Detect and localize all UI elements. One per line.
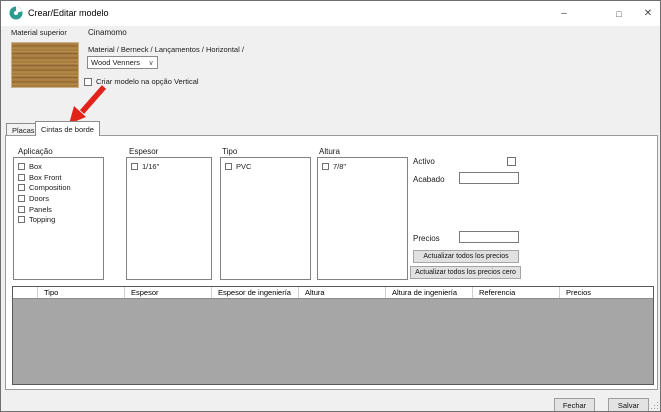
resize-grip[interactable] bbox=[650, 401, 658, 409]
aplicacao-listbox[interactable]: Box Box Front Composition Doors Panels Toppin… bbox=[13, 157, 104, 280]
material-swatch-image bbox=[11, 42, 79, 88]
aplicacao-list-item[interactable]: Box Front bbox=[14, 172, 103, 183]
item-checkbox[interactable] bbox=[18, 184, 25, 192]
dialog-window: Crear/Editar modelo – □ ✕ Material super… bbox=[0, 0, 661, 412]
item-checkbox[interactable] bbox=[18, 173, 25, 181]
app-logo-icon bbox=[9, 6, 23, 20]
espesor-label: Espesor bbox=[129, 147, 159, 156]
aplicacao-list-item[interactable]: Composition bbox=[14, 182, 103, 193]
grid-row-header-column bbox=[13, 287, 38, 298]
aplicacao-list-item[interactable]: Topping bbox=[14, 214, 103, 225]
aplicacao-list-item[interactable]: Doors bbox=[14, 193, 103, 204]
item-checkbox[interactable] bbox=[18, 194, 25, 202]
tipo-label: Tipo bbox=[222, 147, 238, 156]
update-all-prices-zero-button[interactable]: Actualizar todos los precios cero bbox=[410, 266, 521, 279]
precios-label: Precios bbox=[413, 234, 440, 243]
item-label: Doors bbox=[29, 193, 50, 203]
item-checkbox[interactable] bbox=[322, 162, 329, 170]
altura-label: Altura bbox=[319, 147, 340, 156]
item-checkbox[interactable] bbox=[18, 205, 25, 213]
tab-cintas-de-borde[interactable]: Cintas de borde bbox=[35, 121, 100, 136]
item-checkbox[interactable] bbox=[18, 162, 25, 170]
aplicacao-list-item[interactable]: Panels bbox=[14, 204, 103, 215]
vertical-option-checkbox-row[interactable]: Criar modelo na opção Vertical bbox=[84, 77, 199, 86]
maximize-button[interactable]: □ bbox=[604, 1, 634, 26]
item-checkbox[interactable] bbox=[225, 162, 232, 170]
material-superior-label: Material superior bbox=[11, 28, 67, 37]
vertical-option-checkbox[interactable] bbox=[84, 77, 92, 86]
aplicacao-list-item[interactable]: Box bbox=[14, 161, 103, 172]
salvar-button[interactable]: Salvar bbox=[608, 398, 649, 411]
espesor-list-item[interactable]: 1/16" bbox=[127, 161, 211, 172]
vertical-option-label: Criar modelo na opção Vertical bbox=[96, 77, 199, 86]
tipo-listbox[interactable]: PVC bbox=[220, 157, 311, 280]
update-all-prices-button[interactable]: Actualizar todos los precios bbox=[413, 250, 519, 263]
chevron-down-icon: ∨ bbox=[148, 59, 154, 67]
window-title: Crear/Editar modelo bbox=[28, 8, 109, 18]
item-label: 1/16" bbox=[142, 161, 160, 171]
item-label: Panels bbox=[29, 204, 52, 214]
altura-listbox[interactable]: 7/8" bbox=[317, 157, 408, 280]
item-label: Topping bbox=[29, 215, 56, 225]
edgeband-data-grid: Tipo Espesor Espesor de ingeniería Altura Al… bbox=[12, 286, 654, 385]
minimize-button[interactable]: – bbox=[549, 1, 579, 26]
item-label: Box Front bbox=[29, 172, 62, 182]
item-label: PVC bbox=[236, 161, 252, 171]
acabado-label: Acabado bbox=[413, 175, 445, 184]
finish-type-value: Wood Venners bbox=[91, 58, 141, 67]
breadcrumb: Material / Berneck / Lançamentos / Horiz… bbox=[88, 45, 244, 54]
item-label: Composition bbox=[29, 183, 71, 193]
maximize-icon: □ bbox=[616, 8, 622, 19]
fechar-button[interactable]: Fechar bbox=[554, 398, 595, 411]
grid-column-headers: Tipo Espesor Espesor de ingeniería Altura Al… bbox=[38, 287, 653, 298]
altura-list-item[interactable]: 7/8" bbox=[318, 161, 407, 172]
grid-column-header[interactable]: Espesor bbox=[125, 287, 212, 298]
grid-column-header[interactable]: Referencia bbox=[473, 287, 560, 298]
item-checkbox[interactable] bbox=[131, 162, 138, 170]
precios-input[interactable] bbox=[459, 231, 519, 243]
item-checkbox[interactable] bbox=[18, 216, 25, 224]
acabado-input[interactable] bbox=[459, 172, 519, 184]
grid-header-row: Tipo Espesor Espesor de ingeniería Altura Al… bbox=[13, 287, 653, 299]
close-button[interactable]: ✕ bbox=[633, 1, 660, 26]
grid-column-header[interactable]: Espesor de ingeniería bbox=[212, 287, 299, 298]
grid-column-header[interactable]: Tipo bbox=[38, 287, 125, 298]
grid-column-header[interactable]: Altura de ingeniería bbox=[386, 287, 473, 298]
aplicacao-label: Aplicação bbox=[18, 147, 53, 156]
activo-checkbox[interactable] bbox=[507, 157, 516, 166]
tipo-list-item[interactable]: PVC bbox=[221, 161, 310, 172]
material-name: Cinamomo bbox=[88, 28, 127, 37]
grid-body-empty bbox=[13, 299, 653, 384]
espesor-listbox[interactable]: 1/16" bbox=[126, 157, 212, 280]
item-label: 7/8" bbox=[333, 161, 347, 171]
finish-type-dropdown[interactable]: Wood Venners ∨ bbox=[87, 56, 158, 69]
activo-label: Activo bbox=[413, 157, 435, 166]
title-bar: Crear/Editar modelo – □ ✕ bbox=[1, 1, 660, 26]
grid-column-header[interactable]: Precios bbox=[560, 287, 653, 298]
item-label: Box bbox=[29, 161, 42, 171]
grid-column-header[interactable]: Altura bbox=[299, 287, 386, 298]
